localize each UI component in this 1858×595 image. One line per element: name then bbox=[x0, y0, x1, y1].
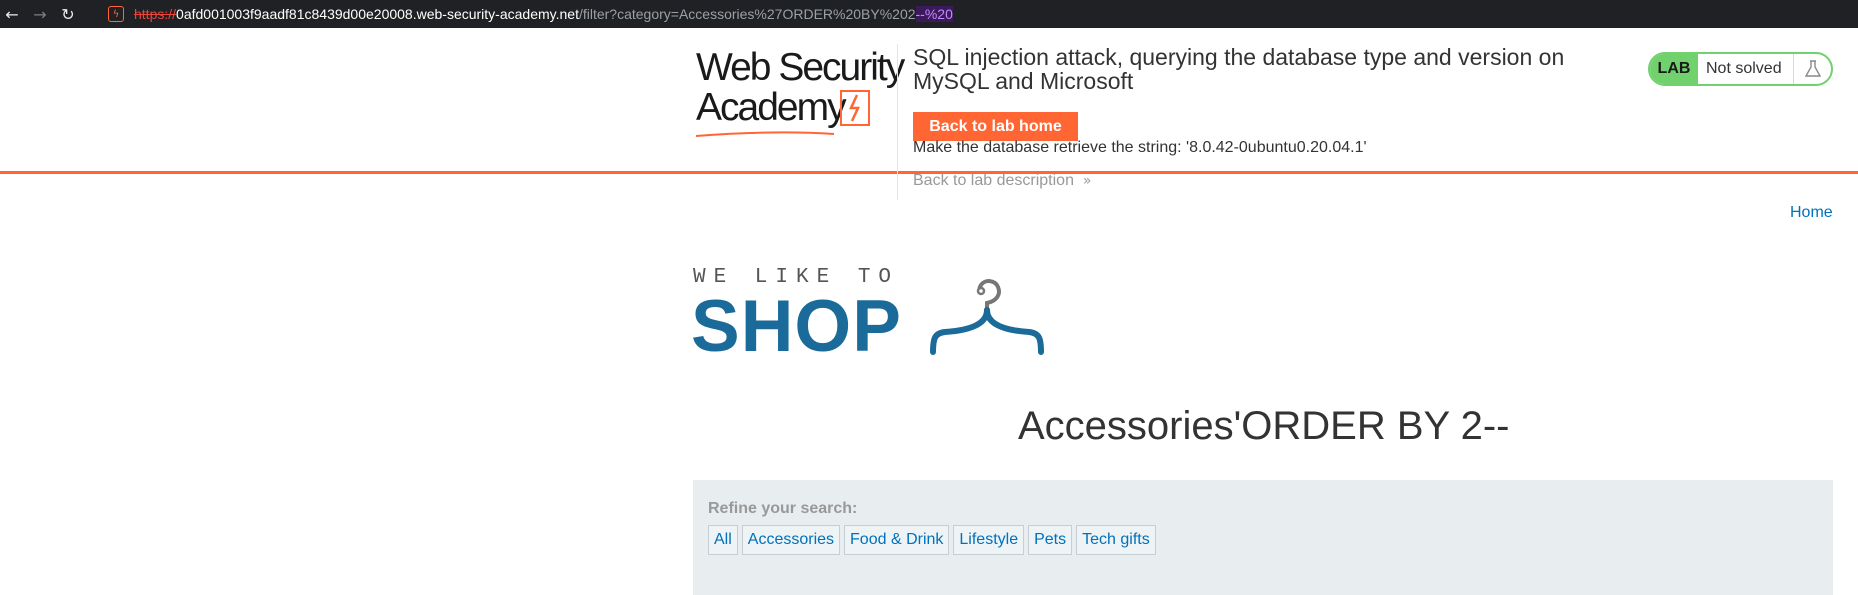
back-arrow-icon[interactable]: ← bbox=[0, 2, 24, 26]
address-bar[interactable]: ϟ https://0afd001003f9aadf81c8439d00e200… bbox=[100, 1, 1858, 27]
lab-badge: LAB bbox=[1650, 54, 1698, 84]
back-to-lab-home-button[interactable]: Back to lab home bbox=[913, 112, 1078, 141]
academy-header: Web Security Academy SQL injection attac… bbox=[0, 28, 1858, 200]
lab-title: SQL injection attack, querying the datab… bbox=[913, 44, 1565, 94]
filter-lifestyle[interactable]: Lifestyle bbox=[953, 525, 1025, 555]
academy-logo[interactable]: Web Security Academy bbox=[694, 48, 905, 148]
refine-search-panel: Refine your search: All Accessories Food… bbox=[693, 480, 1833, 595]
logo-line2: Academy bbox=[696, 86, 847, 129]
lightning-icon bbox=[840, 90, 870, 126]
page-heading: Accessories'ORDER BY 2-- bbox=[1018, 404, 1510, 448]
home-link[interactable]: Home bbox=[1790, 204, 1833, 222]
url-path: /filter?category=Accessories%27ORDER%20B… bbox=[578, 6, 916, 22]
lab-instruction: Make the database retrieve the string: '… bbox=[913, 139, 1367, 156]
hanger-icon bbox=[930, 279, 1044, 355]
url-highlight: --%20 bbox=[915, 6, 953, 22]
browser-toolbar: ← → ↻ ϟ https://0afd001003f9aadf81c8439d… bbox=[0, 0, 1858, 28]
logo-line1: Web Security bbox=[696, 46, 905, 89]
flask-icon bbox=[1793, 54, 1831, 84]
lab-status-text: Not solved bbox=[1706, 60, 1782, 77]
back-to-lab-description-link[interactable]: Back to lab description » bbox=[913, 172, 1091, 190]
forward-arrow-icon[interactable]: → bbox=[28, 2, 52, 26]
reload-icon[interactable]: ↻ bbox=[56, 2, 80, 26]
filter-all[interactable]: All bbox=[708, 525, 738, 555]
url-host: 0afd001003f9aadf81c8439d00e20008.web-sec… bbox=[176, 6, 579, 22]
shop-logo: WE LIKE TO SHOP bbox=[691, 258, 1053, 368]
filter-pets[interactable]: Pets bbox=[1028, 525, 1073, 555]
filter-accessories[interactable]: Accessories bbox=[741, 525, 841, 555]
lab-status-widget: LAB Not solved bbox=[1648, 52, 1833, 86]
header-divider bbox=[897, 44, 898, 200]
shop-word: SHOP bbox=[691, 286, 902, 367]
url-scheme: https:// bbox=[134, 6, 177, 22]
filter-tech-gifts[interactable]: Tech gifts bbox=[1076, 525, 1156, 555]
refine-label: Refine your search: bbox=[708, 500, 858, 517]
double-chevron-right-icon: » bbox=[1078, 173, 1092, 189]
filter-food-drink[interactable]: Food & Drink bbox=[844, 525, 950, 555]
site-security-icon[interactable]: ϟ bbox=[108, 6, 124, 22]
back-description-label: Back to lab description bbox=[913, 172, 1074, 189]
logo-swoosh-icon bbox=[695, 131, 835, 137]
filter-buttons: All Accessories Food & Drink Lifestyle P… bbox=[708, 525, 1156, 555]
url-text[interactable]: https://0afd001003f9aadf81c8439d00e20008… bbox=[134, 6, 953, 22]
